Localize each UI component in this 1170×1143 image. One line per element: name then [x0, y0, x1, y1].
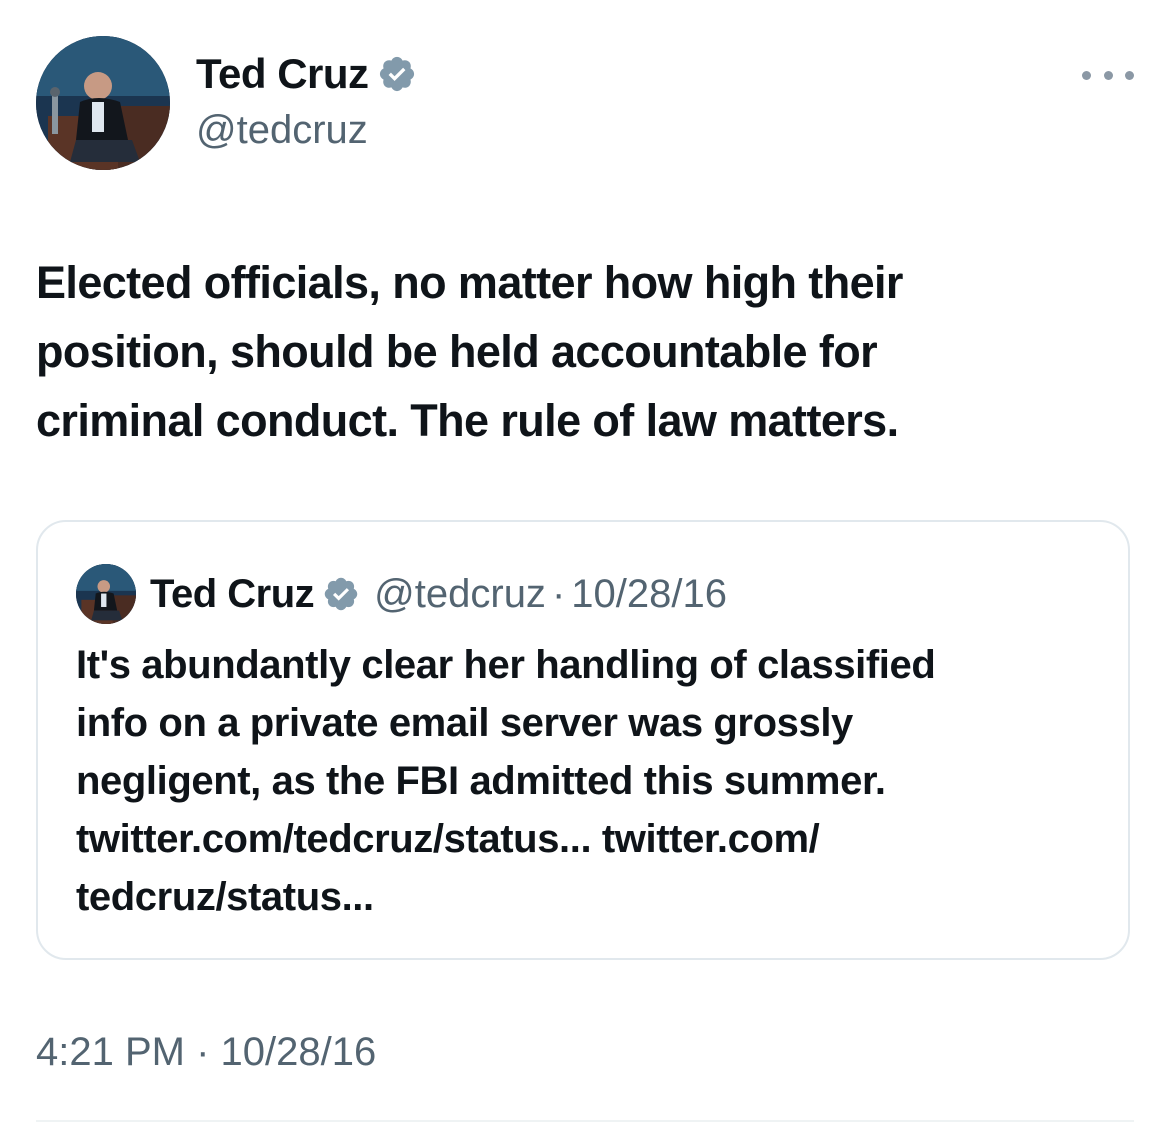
quoted-date: 10/28/16: [571, 571, 727, 616]
quoted-tweet-text: It's abundantly clear her handling of cl…: [76, 643, 936, 919]
quoted-avatar: [76, 564, 136, 624]
quoted-header: Ted Cruz @tedcruz · 10/28/16: [150, 566, 727, 622]
separator-dot: ·: [551, 571, 566, 616]
author-name-row[interactable]: Ted Cruz: [196, 50, 417, 98]
tweet-date[interactable]: 10/28/16: [221, 1030, 377, 1074]
separator-dot: ·: [196, 1030, 210, 1074]
tweet-timestamp[interactable]: 4:21 PM · 10/28/16: [36, 1030, 376, 1075]
profile-photo-icon: [36, 36, 170, 170]
profile-photo-icon: [76, 564, 136, 624]
quoted-tweet-card[interactable]: Ted Cruz @tedcruz · 10/28/16 It's abunda…: [36, 520, 1130, 960]
quoted-display-name: Ted Cruz: [150, 571, 315, 616]
author-handle[interactable]: @tedcruz: [196, 108, 368, 153]
author-display-name[interactable]: Ted Cruz: [196, 50, 369, 98]
verified-badge-icon: [377, 54, 417, 94]
ellipsis-icon: [1125, 70, 1134, 80]
quoted-handle: @tedcruz: [374, 571, 546, 616]
tweet-time[interactable]: 4:21 PM: [36, 1030, 185, 1074]
ellipsis-icon: [1082, 70, 1091, 80]
ellipsis-icon: [1103, 70, 1113, 80]
verified-badge-icon: [322, 575, 360, 613]
avatar[interactable]: [36, 36, 170, 170]
divider: [36, 1120, 1134, 1122]
tweet-text: Elected officials, no matter how high th…: [36, 257, 903, 446]
more-options-button[interactable]: [1082, 60, 1134, 90]
